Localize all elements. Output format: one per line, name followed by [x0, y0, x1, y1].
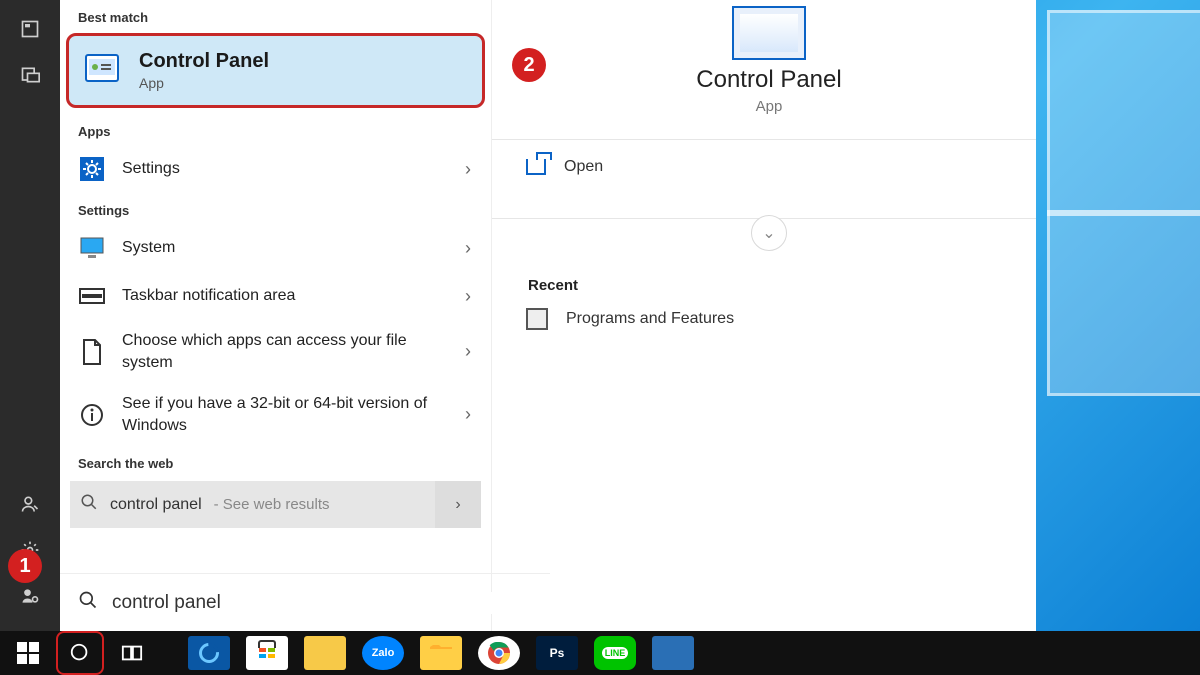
section-settings: Settings: [60, 193, 491, 224]
rail-apps-icon[interactable]: [0, 52, 60, 98]
taskbar-app-edge[interactable]: [188, 636, 230, 670]
web-query: control panel: [110, 496, 202, 514]
taskbar-app-file-explorer[interactable]: [420, 636, 462, 670]
search-icon: [78, 590, 98, 615]
desktop-background: Best match Control Panel App Apps Se: [0, 0, 1200, 675]
search-input[interactable]: [112, 592, 536, 614]
chevron-right-icon[interactable]: ›: [459, 341, 477, 362]
settings-app-icon: [78, 155, 106, 183]
result-title: Settings: [122, 160, 443, 178]
search-field[interactable]: [60, 573, 550, 631]
windows-logo-icon: [17, 642, 39, 664]
control-panel-icon: [732, 6, 806, 60]
result-setting-app-file-access[interactable]: Choose which apps can access your file s…: [60, 320, 491, 383]
annotation-step-1: 1: [8, 549, 42, 583]
result-setting-system[interactable]: System ›: [60, 224, 491, 272]
taskbar-icon: [78, 282, 106, 310]
preview-kind: App: [522, 98, 1016, 115]
section-web: Search the web: [60, 446, 491, 477]
preview-pane: Control Panel App Open ⌄ Recent Programs…: [492, 0, 1036, 631]
rail-recent-icon[interactable]: [0, 6, 60, 52]
chevron-down-icon: ⌄: [762, 223, 775, 243]
taskbar: Zalo Ps LINE: [0, 631, 1200, 675]
monitor-icon: [78, 234, 106, 262]
annotation-step-2: 2: [512, 48, 546, 82]
chevron-right-icon[interactable]: ›: [459, 159, 477, 180]
search-rail: [0, 0, 60, 631]
task-view-button[interactable]: [108, 631, 156, 675]
result-setting-taskbar-notification[interactable]: Taskbar notification area ›: [60, 272, 491, 320]
web-suffix: - See web results: [214, 496, 330, 513]
result-title: Taskbar notification area: [122, 287, 443, 305]
search-icon: [80, 493, 98, 516]
open-label: Open: [564, 158, 603, 176]
start-search-panel: Best match Control Panel App Apps Se: [0, 0, 1036, 631]
result-title: System: [122, 239, 443, 257]
page-icon: [78, 338, 106, 366]
taskbar-app-chrome[interactable]: [478, 636, 520, 670]
recent-label: Recent: [528, 277, 1016, 294]
start-button[interactable]: [4, 631, 52, 675]
recent-item-programs-features[interactable]: Programs and Features: [522, 308, 1016, 330]
best-match-subtitle: App: [139, 75, 269, 91]
expand-button[interactable]: ⌄: [751, 215, 787, 251]
results-column: Best match Control Panel App Apps Se: [60, 0, 492, 631]
result-setting-bitness[interactable]: See if you have a 32-bit or 64-bit versi…: [60, 383, 491, 446]
open-icon: [526, 159, 546, 175]
chevron-right-icon[interactable]: ›: [459, 286, 477, 307]
taskbar-search-button[interactable]: [56, 631, 104, 675]
recent-item-title: Programs and Features: [566, 310, 734, 328]
result-app-settings[interactable]: Settings ›: [60, 145, 491, 193]
result-title: See if you have a 32-bit or 64-bit versi…: [122, 393, 443, 436]
preview-title: Control Panel: [522, 66, 1016, 94]
chevron-right-icon[interactable]: ›: [459, 238, 477, 259]
best-match-title: Control Panel: [139, 50, 269, 73]
control-panel-icon: [85, 54, 119, 87]
section-apps: Apps: [60, 114, 491, 145]
chevron-right-icon[interactable]: ›: [459, 404, 477, 425]
taskbar-app-store[interactable]: [246, 636, 288, 670]
programs-features-icon: [526, 308, 548, 330]
taskbar-app-generic-2[interactable]: [652, 636, 694, 670]
taskbar-app-line[interactable]: LINE: [594, 636, 636, 670]
open-action[interactable]: Open: [522, 140, 1016, 194]
section-best-match: Best match: [60, 0, 491, 31]
chevron-right-icon[interactable]: ›: [435, 481, 481, 528]
rail-account-icon[interactable]: [0, 481, 60, 527]
taskbar-app-photoshop[interactable]: Ps: [536, 636, 578, 670]
info-icon: [78, 401, 106, 429]
result-best-match[interactable]: Control Panel App: [66, 33, 485, 108]
taskbar-app-zalo[interactable]: Zalo: [362, 636, 404, 670]
taskbar-app-generic-1[interactable]: [304, 636, 346, 670]
result-web-search[interactable]: control panel - See web results ›: [70, 481, 481, 528]
result-title: Choose which apps can access your file s…: [122, 330, 443, 373]
